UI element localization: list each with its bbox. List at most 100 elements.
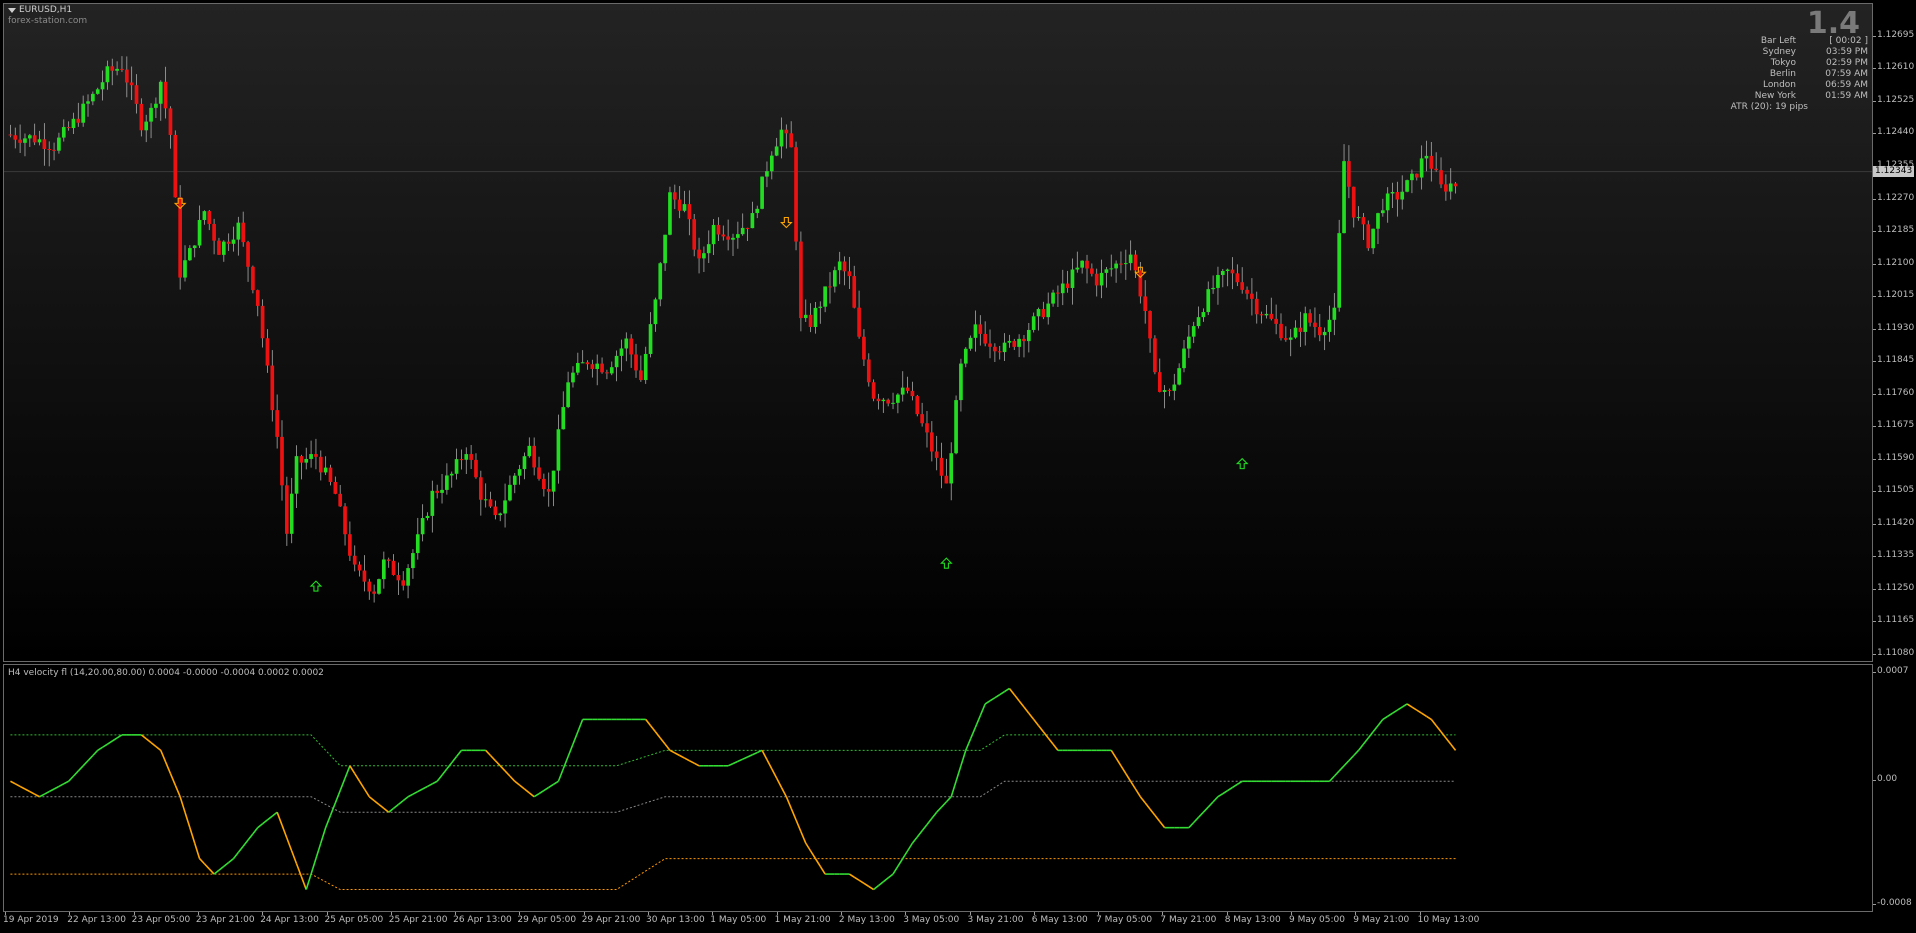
velocity-line-segment (1149, 808, 1156, 816)
candle (619, 339, 624, 372)
candle (1366, 220, 1371, 251)
velocity-line-segment (417, 788, 424, 793)
symbol-title[interactable]: EURUSD,H1 (8, 5, 72, 15)
candle (338, 484, 343, 507)
velocity-line-segment (742, 756, 748, 760)
candle (634, 343, 638, 378)
candle (794, 141, 798, 251)
candle (1104, 267, 1109, 288)
candle (672, 184, 677, 210)
indicator-scale[interactable]: 0.0007 0.00 -0.0008 (1873, 664, 1916, 912)
velocity-line-segment (349, 765, 356, 774)
velocity-line-segment (77, 765, 84, 772)
velocity-line-segment (1367, 731, 1374, 739)
candle (1293, 320, 1298, 339)
candle (852, 265, 857, 309)
candle (1395, 181, 1400, 217)
candle (197, 205, 202, 249)
info-label: New York (1754, 91, 1796, 101)
price-tick (1873, 328, 1876, 330)
watermark: forex-station.com (8, 16, 88, 26)
candle (925, 410, 929, 448)
velocity-line-segment (339, 777, 346, 791)
time-label: 25 Apr 05:00 (324, 915, 384, 925)
candle (1284, 326, 1288, 342)
velocity-line-segment (1450, 743, 1457, 751)
candle (750, 201, 755, 229)
candle (687, 190, 692, 236)
velocity-line-segment (383, 807, 390, 813)
velocity-line-segment (97, 746, 103, 752)
velocity-line-segment (504, 770, 511, 777)
velocity-line-segment (979, 703, 986, 716)
candle (643, 346, 648, 384)
velocity-line-segment (960, 750, 967, 767)
candle (445, 463, 449, 495)
candle (183, 245, 187, 282)
velocity-line-segment (358, 780, 366, 790)
price-chart-canvas[interactable] (4, 4, 1873, 662)
velocity-line-segment (295, 863, 303, 877)
velocity-line-segment (247, 833, 254, 841)
candle (1191, 321, 1196, 344)
candle (978, 315, 983, 346)
velocity-line-segment (388, 807, 395, 813)
velocity-line-segment (645, 718, 652, 727)
candle (105, 60, 110, 90)
candle (1182, 340, 1186, 373)
velocity-line-segment (1193, 816, 1200, 824)
info-label: Bar Left (1760, 36, 1796, 46)
candle (280, 420, 284, 501)
time-label: 23 Apr 21:00 (195, 915, 255, 925)
velocity-line-segment (538, 789, 545, 795)
velocity-line-segment (174, 784, 181, 798)
candle (1400, 175, 1405, 210)
price-tick (1873, 133, 1876, 135)
velocity-line-segment (1396, 706, 1403, 711)
velocity-line-segment (887, 873, 894, 879)
candle (1410, 169, 1414, 194)
candle (120, 56, 124, 72)
price-chart-pane[interactable]: EURUSD,H1 forex-station.com 1.4 Bar Left… (3, 3, 1873, 662)
candle (144, 114, 149, 143)
indicator-pane[interactable]: H4 velocity fl (14,20.00,80.00) 0.0004 -… (3, 664, 1873, 912)
candle (1424, 140, 1429, 172)
velocity-line-segment (1406, 703, 1413, 708)
candle (566, 371, 570, 409)
candle (517, 464, 522, 485)
velocity-line-segment (926, 817, 933, 826)
candle (255, 289, 260, 317)
velocity-line-segment (164, 761, 172, 774)
velocity-line-segment (58, 783, 65, 788)
velocity-line-segment (160, 750, 167, 763)
candle (309, 440, 313, 468)
price-tick (1873, 68, 1876, 70)
dropdown-triangle-icon[interactable] (8, 7, 16, 13)
velocity-line-segment (315, 842, 322, 859)
time-axis[interactable]: 19 Apr 2019 22 Apr 13:00 23 Apr 05:00 23 Ap… (3, 912, 1873, 933)
velocity-line-segment (911, 836, 918, 844)
candle (799, 231, 803, 332)
candle (1303, 306, 1308, 346)
candle (488, 491, 493, 509)
velocity-line-segment (533, 792, 540, 798)
velocity-line-segment (276, 811, 283, 826)
price-label: 1.12695 (1877, 29, 1915, 40)
candle (1196, 306, 1201, 329)
indicator-canvas[interactable] (4, 665, 1873, 912)
price-label: 1.11505 (1877, 485, 1915, 496)
velocity-line-segment (649, 725, 657, 733)
price-scale[interactable]: 1.126951.126101.125251.124401.123551.122… (1873, 3, 1916, 662)
candle (154, 97, 158, 118)
candle (900, 371, 905, 402)
velocity-line-segment (402, 796, 409, 802)
candle (1167, 388, 1172, 397)
candle (886, 398, 891, 407)
velocity-line-segment (441, 768, 448, 776)
velocity-line-segment (218, 865, 225, 871)
candle (871, 379, 876, 402)
candle (1254, 291, 1259, 324)
candle (508, 475, 512, 502)
candle (420, 504, 425, 542)
velocity-line-segment (310, 858, 317, 875)
